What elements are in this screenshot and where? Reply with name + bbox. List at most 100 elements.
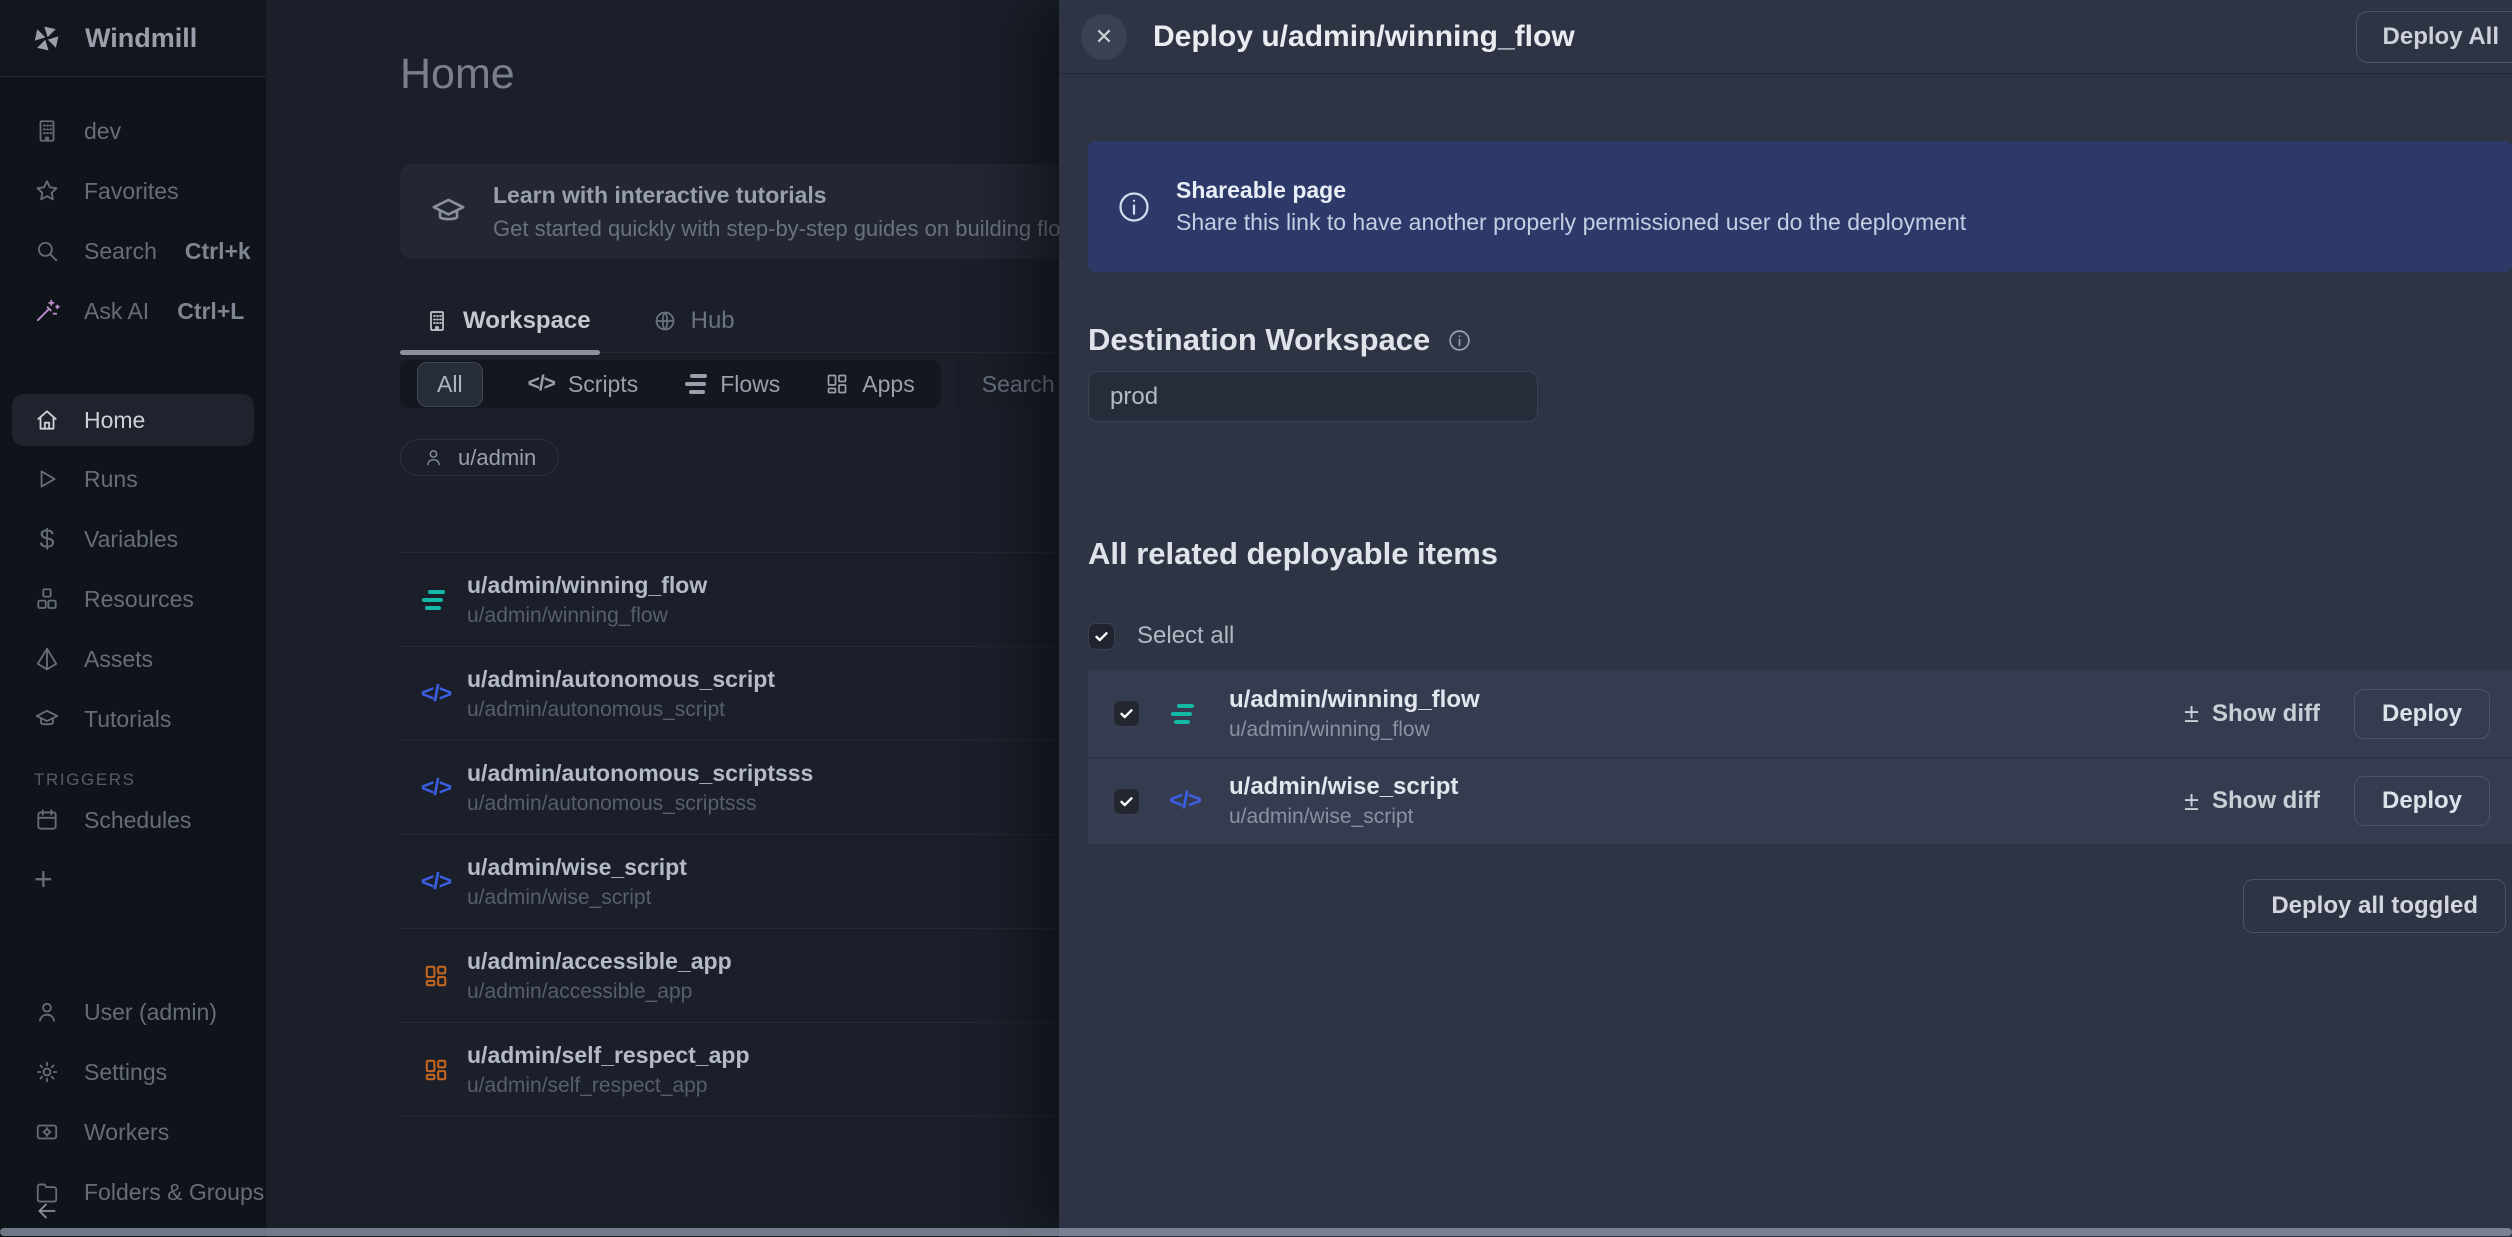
item-checkbox[interactable]: [1113, 700, 1140, 727]
dollar-icon: $: [34, 526, 60, 552]
sidebar-item-label: Settings: [84, 1059, 167, 1086]
item-name: u/admin/accessible_app: [467, 948, 732, 975]
tab-label: Workspace: [463, 307, 591, 335]
sidebar-item-label: Home: [84, 407, 145, 434]
item-name: u/admin/autonomous_script: [467, 666, 775, 693]
filter-label: Flows: [720, 371, 780, 398]
deploy-item-path: u/admin/winning_flow: [1229, 718, 1480, 742]
show-diff-button[interactable]: ± Show diff: [2178, 785, 2326, 818]
item-path: u/admin/autonomous_scriptsss: [467, 792, 813, 816]
destination-workspace-label: Destination Workspace: [1088, 322, 1430, 358]
item-checkbox[interactable]: [1113, 788, 1140, 815]
sidebar-item-workspace-dev[interactable]: dev: [0, 109, 266, 153]
shortcut-badge: Ctrl+k: [185, 238, 251, 265]
sidebar-item-runs[interactable]: Runs: [0, 457, 266, 501]
sidebar-item-label: Resources: [84, 586, 194, 613]
sidebar-item-workers[interactable]: Workers: [0, 1110, 266, 1154]
deploy-row-winning-flow: u/admin/winning_flow u/admin/winning_flo…: [1088, 670, 2512, 757]
destination-workspace-input[interactable]: [1088, 371, 1538, 422]
sidebar-item-ask-ai[interactable]: Ask AI Ctrl+L: [0, 289, 266, 333]
deploy-item-name: u/admin/winning_flow: [1229, 686, 1480, 714]
item-path: u/admin/accessible_app: [467, 980, 732, 1004]
owner-filter-chip[interactable]: u/admin: [400, 439, 559, 476]
script-code-icon: </>: [422, 774, 450, 801]
tab-workspace[interactable]: Workspace: [425, 307, 591, 335]
app-grid-icon: [422, 1057, 450, 1083]
sidebar-item-label: Variables: [84, 526, 178, 553]
deploy-all-button[interactable]: Deploy All: [2356, 11, 2512, 63]
select-all-checkbox[interactable]: [1088, 623, 1115, 650]
close-icon[interactable]: ✕: [1081, 14, 1127, 60]
item-name: u/admin/autonomous_scriptsss: [467, 760, 813, 787]
sidebar-add-trigger-button[interactable]: +: [0, 857, 266, 901]
flow-icon: [422, 590, 450, 610]
sidebar-item-label: Schedules: [84, 807, 191, 834]
sidebar-item-label: Workers: [84, 1119, 169, 1146]
show-diff-label: Show diff: [2212, 700, 2320, 728]
plus-icon: +: [34, 861, 53, 898]
user-icon: [423, 447, 444, 468]
deploy-row-wise-script: </> u/admin/wise_script u/admin/wise_scr…: [1088, 757, 2512, 844]
info-icon[interactable]: [1447, 328, 1472, 353]
deploy-button[interactable]: Deploy: [2354, 689, 2490, 739]
workers-icon: [34, 1119, 60, 1145]
scrollbar-thumb[interactable]: [0, 1228, 2512, 1236]
diff-icon: ±: [2184, 698, 2199, 729]
windmill-logo-icon: [28, 20, 65, 57]
sidebar-item-settings[interactable]: Settings: [0, 1050, 266, 1094]
drawer-body: Shareable page Share this link to have a…: [1059, 141, 2512, 933]
filter-all[interactable]: All: [417, 362, 483, 407]
sidebar-item-resources[interactable]: Resources: [0, 577, 266, 621]
info-icon: [1116, 189, 1152, 225]
filter-apps[interactable]: Apps: [825, 371, 914, 398]
sidebar-item-home[interactable]: Home: [12, 394, 254, 446]
graduation-cap-icon: [34, 706, 60, 732]
arrow-left-icon: [34, 1198, 60, 1224]
owner-filter-label: u/admin: [458, 445, 536, 471]
sidebar-item-variables[interactable]: $ Variables: [0, 517, 266, 561]
triggers-section-label: TRIGGERS: [34, 770, 136, 790]
sidebar-item-label: Assets: [84, 646, 153, 673]
gear-icon: [34, 1059, 60, 1085]
deploy-all-toggled-button[interactable]: Deploy all toggled: [2243, 879, 2506, 933]
deploy-button[interactable]: Deploy: [2354, 776, 2490, 826]
sidebar-item-schedules[interactable]: Schedules: [0, 798, 266, 842]
item-path: u/admin/autonomous_script: [467, 698, 775, 722]
sidebar-item-label: Tutorials: [84, 706, 171, 733]
sidebar-item-favorites[interactable]: Favorites: [0, 169, 266, 213]
item-name: u/admin/winning_flow: [467, 572, 707, 599]
sidebar-item-label: User (admin): [84, 999, 217, 1026]
item-path: u/admin/wise_script: [467, 886, 687, 910]
deployable-items-heading: All related deployable items: [1088, 536, 2512, 572]
deploy-drawer: ✕ Deploy u/admin/winning_flow Deploy All…: [1059, 0, 2512, 1237]
filter-scripts[interactable]: </> Scripts: [528, 371, 639, 398]
shareable-page-banner: Shareable page Share this link to have a…: [1088, 141, 2512, 272]
info-banner-subtitle: Share this link to have another properly…: [1176, 209, 1966, 236]
windmill-logo[interactable]: Windmill: [0, 0, 266, 77]
magic-wand-icon: [34, 298, 60, 324]
sidebar-collapse-button[interactable]: [0, 1196, 266, 1226]
sidebar-item-label: Runs: [84, 466, 138, 493]
deploy-item-name: u/admin/wise_script: [1229, 773, 1458, 801]
diff-icon: ±: [2184, 786, 2199, 817]
code-icon: </>: [528, 372, 555, 396]
script-code-icon: </>: [422, 680, 450, 707]
filter-flows[interactable]: Flows: [683, 371, 780, 398]
sidebar-item-search[interactable]: Search Ctrl+k: [0, 229, 266, 273]
sidebar-item-user[interactable]: User (admin): [0, 990, 266, 1034]
deploy-item-path: u/admin/wise_script: [1229, 805, 1458, 829]
sidebar-item-label: Favorites: [84, 178, 179, 205]
info-banner-title: Shareable page: [1176, 177, 1966, 204]
drawer-title: Deploy u/admin/winning_flow: [1153, 20, 1575, 54]
globe-icon: [653, 309, 677, 333]
filter-label: Apps: [862, 371, 914, 398]
active-tab-underline: [400, 350, 600, 355]
drawer-header: ✕ Deploy u/admin/winning_flow Deploy All: [1059, 0, 2512, 74]
tab-hub[interactable]: Hub: [653, 307, 735, 335]
script-code-icon: </>: [422, 868, 450, 895]
star-icon: [34, 178, 60, 204]
sidebar-item-tutorials[interactable]: Tutorials: [0, 697, 266, 741]
horizontal-scrollbar[interactable]: [0, 1227, 2512, 1237]
sidebar-item-assets[interactable]: Assets: [0, 637, 266, 681]
show-diff-button[interactable]: ± Show diff: [2178, 697, 2326, 730]
